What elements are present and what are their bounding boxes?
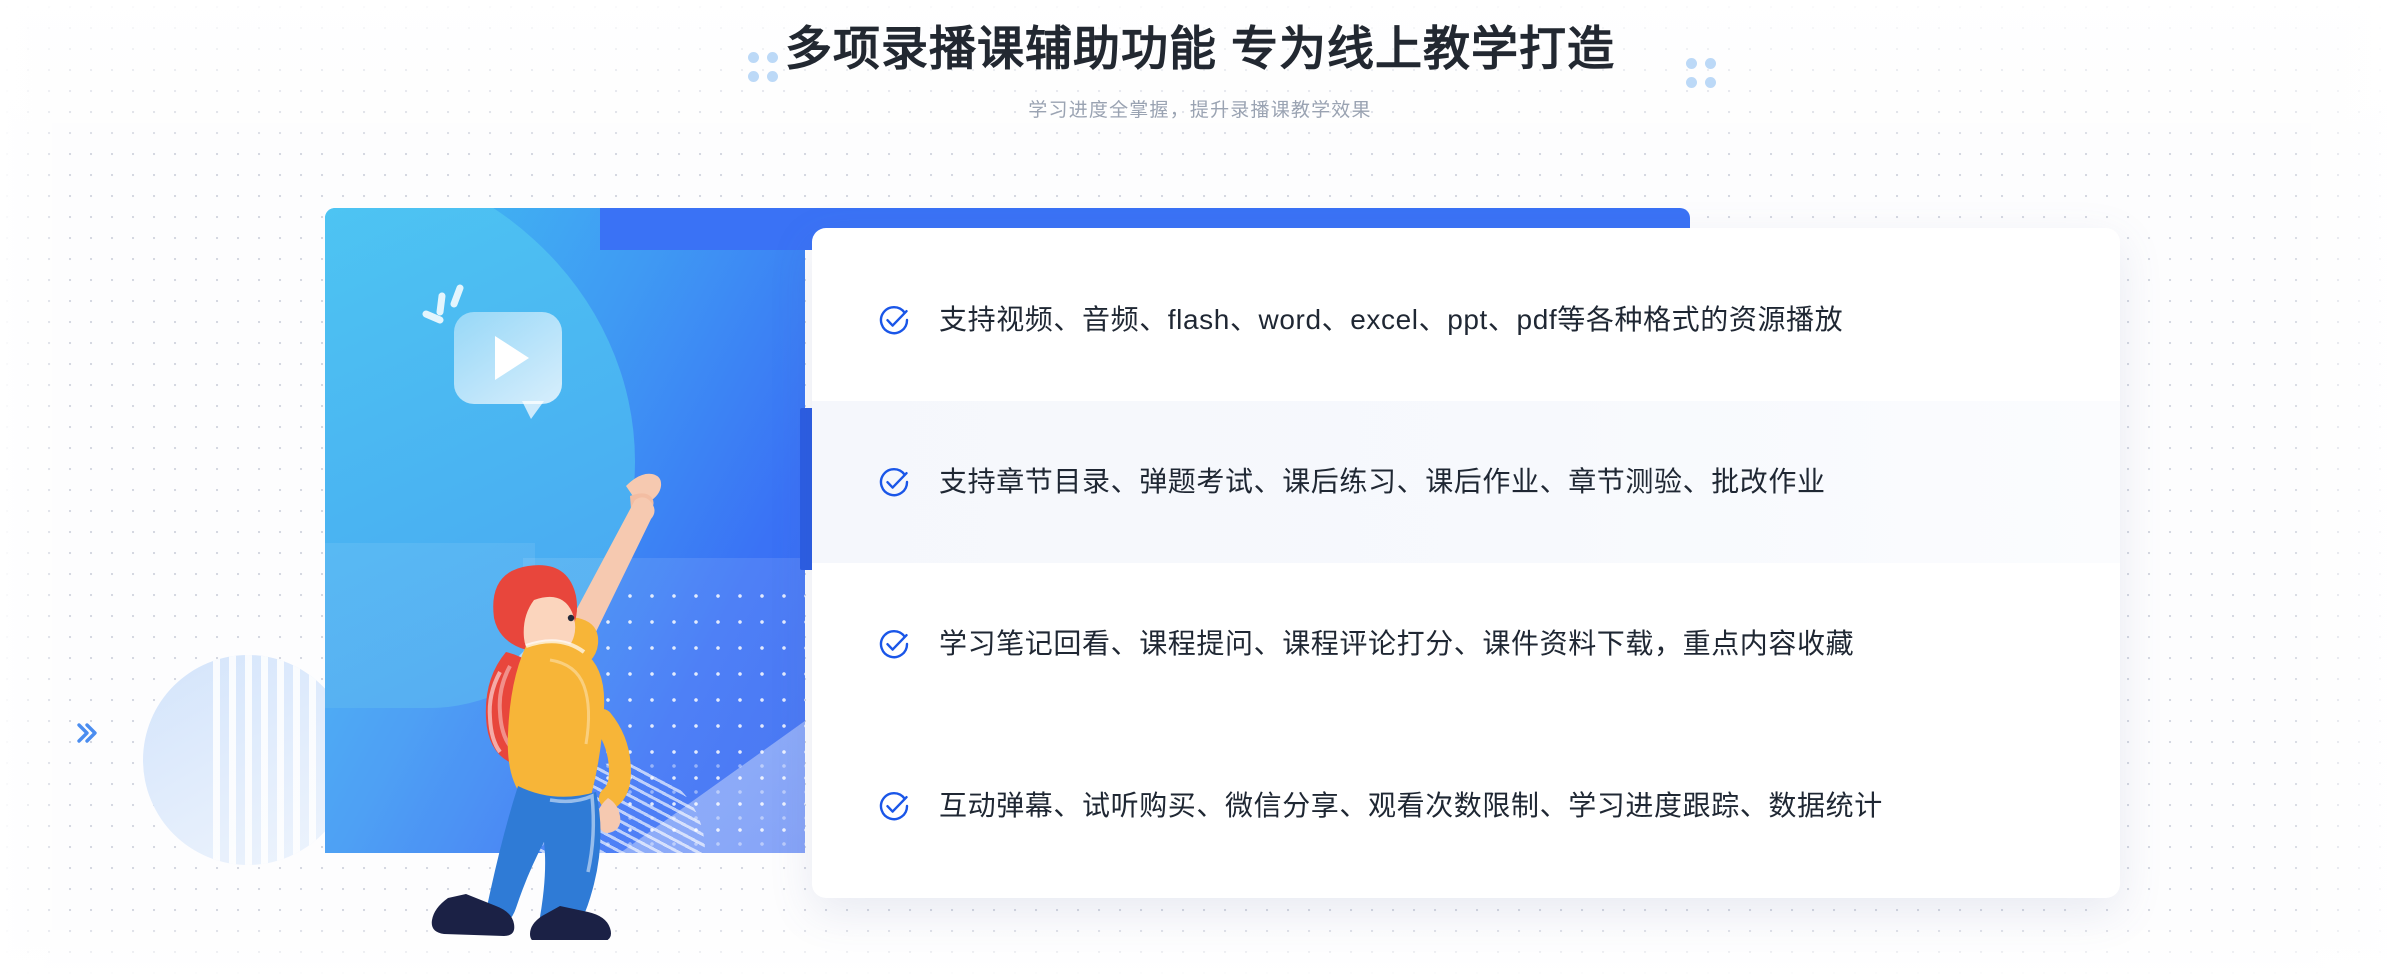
dot <box>767 71 778 82</box>
feature-label: 支持视频、音频、flash、word、excel、ppt、pdf等各种格式的资源… <box>939 304 1844 336</box>
feature-label: 学习笔记回看、课程提问、课程评论打分、课件资料下载，重点内容收藏 <box>939 628 1855 660</box>
woman-pointing-illustration <box>430 300 750 945</box>
page-subtitle: 学习进度全掌握，提升录播课教学效果 <box>1028 100 1372 122</box>
feature-row[interactable]: 支持视频、音频、flash、word、excel、ppt、pdf等各种格式的资源… <box>812 239 2120 401</box>
decorative-circle-stripes <box>143 655 353 865</box>
feature-row[interactable]: 学习笔记回看、课程提问、课程评论打分、课件资料下载，重点内容收藏 <box>812 563 2120 725</box>
background-veil-left <box>0 0 70 974</box>
dot <box>748 71 759 82</box>
feature-card: 支持视频、音频、flash、word、excel、ppt、pdf等各种格式的资源… <box>812 228 2120 898</box>
feature-list: 支持视频、音频、flash、word、excel、ppt、pdf等各种格式的资源… <box>812 228 2120 898</box>
feature-label: 互动弹幕、试听购买、微信分享、观看次数限制、学习进度跟踪、数据统计 <box>939 790 1883 822</box>
dot <box>1686 58 1697 69</box>
feature-row[interactable]: 互动弹幕、试听购买、微信分享、观看次数限制、学习进度跟踪、数据统计 <box>812 725 2120 887</box>
circle-check-icon <box>877 465 911 499</box>
circle-check-icon <box>877 627 911 661</box>
dot <box>1705 58 1716 69</box>
dot <box>1686 77 1697 88</box>
circle-check-icon <box>877 789 911 823</box>
feature-row[interactable]: 支持章节目录、弹题考试、课后练习、课后作业、章节测验、批改作业 <box>812 401 2120 563</box>
header: 多项录播课辅助功能 专为线上教学打造 学习进度全掌握，提升录播课教学效果 <box>0 18 2400 122</box>
dot-cluster-left-decoration <box>748 52 778 82</box>
dot <box>748 52 759 63</box>
dot-cluster-right-decoration <box>1686 58 1716 88</box>
circle-check-icon <box>877 303 911 337</box>
promo-banner: 多项录播课辅助功能 专为线上教学打造 学习进度全掌握，提升录播课教学效果 支持视… <box>0 0 2400 974</box>
dot <box>1705 77 1716 88</box>
page-title: 多项录播课辅助功能 专为线上教学打造 <box>784 22 1616 75</box>
feature-label: 支持章节目录、弹题考试、课后练习、课后作业、章节测验、批改作业 <box>939 466 1826 498</box>
dot <box>767 52 778 63</box>
background-veil-right <box>2280 0 2400 974</box>
background-veil-bottom <box>0 914 2400 974</box>
chevron-double-right-icon <box>72 718 102 753</box>
